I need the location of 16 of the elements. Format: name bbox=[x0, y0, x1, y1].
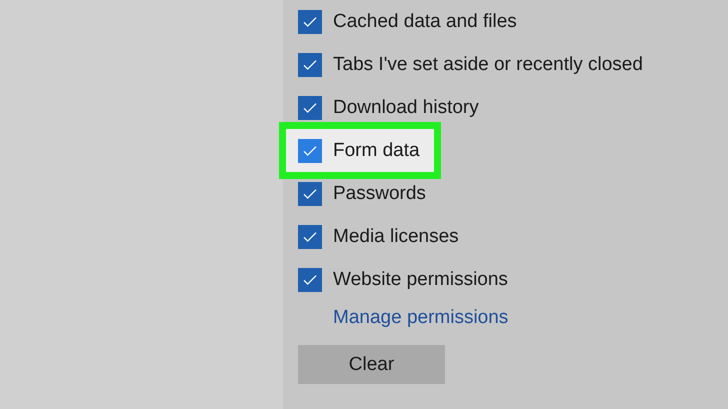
checkbox[interactable] bbox=[298, 96, 322, 120]
checkbox[interactable] bbox=[298, 224, 322, 248]
checkbox-label: Website permissions bbox=[333, 268, 508, 290]
checkbox[interactable] bbox=[298, 138, 322, 162]
checkbox[interactable] bbox=[298, 52, 322, 76]
checkbox-label: Download history bbox=[333, 96, 479, 118]
manage-permissions-link[interactable]: Manage permissions bbox=[333, 307, 508, 329]
checkbox-label: Media licenses bbox=[333, 226, 459, 248]
checkbox-label: Cached data and files bbox=[333, 10, 517, 32]
checkbox-label: Form data bbox=[333, 140, 420, 162]
checkbox-label: Passwords bbox=[333, 182, 426, 204]
checkbox[interactable] bbox=[298, 182, 322, 206]
checkbox[interactable] bbox=[298, 268, 322, 292]
clear-button[interactable]: Clear bbox=[298, 345, 445, 384]
checkbox-label: Tabs I've set aside or recently closed bbox=[333, 54, 643, 76]
checkbox[interactable] bbox=[298, 10, 322, 34]
